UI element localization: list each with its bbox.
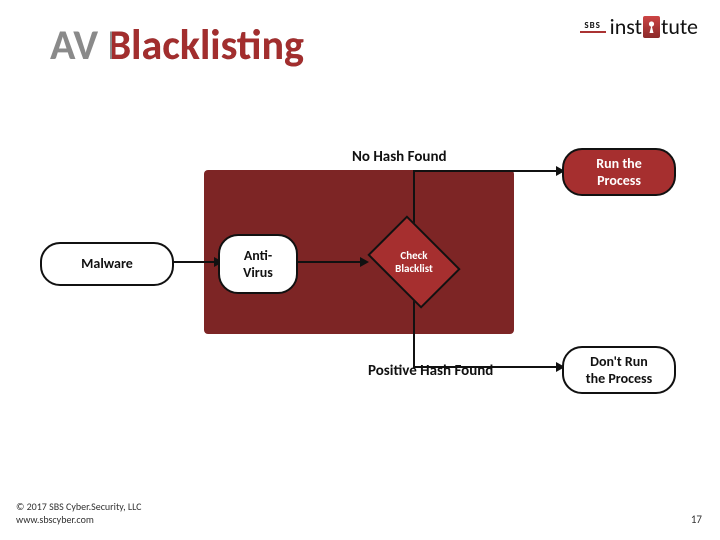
sbs-institute-logo: SBS inst tute: [580, 16, 698, 38]
node-check-blacklist: Check Blacklist: [362, 225, 466, 299]
sbs-badge: SBS: [580, 21, 606, 33]
page-title: AV Blacklisting AV Blacklisting: [50, 20, 304, 71]
footer-copyright: © 2017 SBS Cyber.Security, LLC: [16, 500, 142, 513]
institute-wordmark: inst tute: [610, 16, 698, 38]
node-malware: Malware: [40, 242, 174, 286]
sbs-text: SBS: [584, 21, 601, 30]
node-run-process: Run the Process: [562, 148, 676, 196]
footer: © 2017 SBS Cyber.Security, LLC www.sbscy…: [16, 500, 142, 526]
slide: AV Blacklisting AV Blacklisting SBS inst…: [0, 0, 720, 540]
branch-label-positive-hash: Positive Hash Found: [368, 362, 493, 380]
inst-pre: inst: [610, 16, 642, 38]
node-antivirus: Anti- Virus: [218, 234, 298, 294]
sbs-underline: [580, 31, 606, 33]
page-number: 17: [691, 513, 702, 526]
inst-post: tute: [661, 16, 698, 38]
node-label: Malware: [81, 255, 133, 273]
node-label: Check Blacklist: [362, 225, 466, 299]
node-dont-run-process: Don't Run the Process: [562, 346, 676, 394]
connector: [296, 261, 364, 263]
connector: [413, 298, 415, 368]
branch-label-no-hash: No Hash Found: [352, 148, 447, 166]
connector: [413, 170, 415, 226]
keyhole-icon: [643, 16, 660, 38]
node-label: Don't Run the Process: [586, 353, 652, 388]
node-label: Anti- Virus: [243, 247, 273, 282]
node-label: Run the Process: [596, 155, 642, 190]
connector: [413, 170, 560, 172]
connector: [172, 261, 218, 263]
footer-url: www.sbscyber.com: [16, 513, 142, 526]
